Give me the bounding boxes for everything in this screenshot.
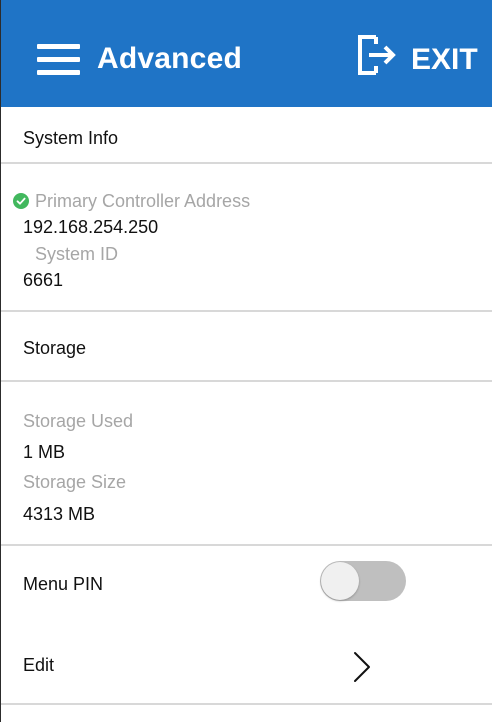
exit-button[interactable]: EXIT xyxy=(353,34,478,84)
storage-size-value: 4313 MB xyxy=(23,504,96,524)
storage-section-label: Storage xyxy=(23,338,87,358)
divider xyxy=(1,380,492,382)
toggle-knob xyxy=(321,562,359,600)
header-bar: Advanced EXIT xyxy=(1,0,492,107)
menu-pin-label: Menu PIN xyxy=(23,574,104,594)
storage-used-label: Storage Used xyxy=(23,411,134,431)
system-id-value: 6661 xyxy=(23,270,64,290)
storage-used-value: 1 MB xyxy=(23,442,66,462)
status-ok-icon xyxy=(13,193,29,209)
primary-controller-address-value: 192.168.254.250 xyxy=(23,217,159,237)
chevron-right-icon[interactable] xyxy=(350,650,374,684)
app-frame xyxy=(0,0,491,722)
divider xyxy=(1,703,492,705)
storage-size-label: Storage Size xyxy=(23,472,127,492)
system-id-label: System ID xyxy=(35,244,119,264)
primary-controller-address-label: Primary Controller Address xyxy=(35,191,251,211)
divider xyxy=(1,544,492,546)
exit-door-arrow-icon xyxy=(358,35,396,75)
menu-pin-toggle[interactable] xyxy=(320,561,406,601)
divider xyxy=(1,162,492,164)
page-title: Advanced xyxy=(97,42,242,75)
exit-label: EXIT xyxy=(411,43,478,76)
hamburger-menu-icon[interactable] xyxy=(37,44,80,76)
edit-label: Edit xyxy=(23,655,55,675)
system-info-section-label: System Info xyxy=(23,128,119,148)
divider xyxy=(1,310,492,312)
